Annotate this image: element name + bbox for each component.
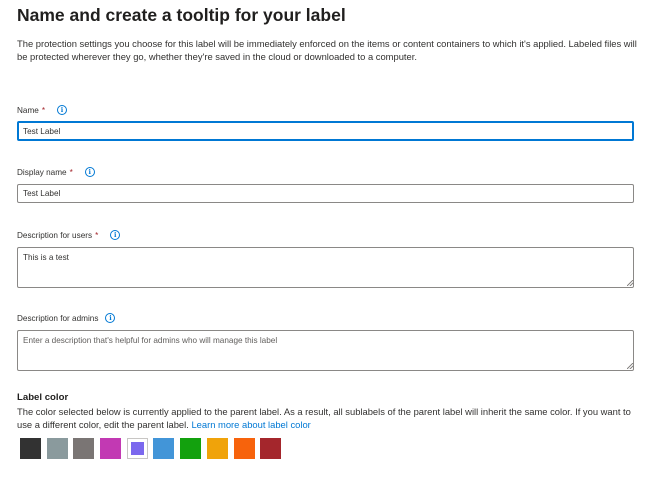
color-swatch[interactable] bbox=[180, 438, 202, 459]
learn-more-link[interactable]: Learn more about label color bbox=[191, 419, 310, 430]
color-swatch[interactable] bbox=[233, 438, 255, 459]
name-input[interactable] bbox=[17, 121, 634, 141]
page-title: Name and create a tooltip for your label bbox=[17, 5, 346, 25]
label-color-description: The color selected below is currently ap… bbox=[17, 406, 631, 430]
info-icon[interactable]: i bbox=[105, 313, 116, 323]
description-users-textarea[interactable]: This is a test bbox=[17, 247, 634, 288]
info-icon[interactable]: i bbox=[57, 105, 68, 115]
display-name-label: Display name * i bbox=[17, 167, 95, 177]
display-name-input[interactable] bbox=[17, 184, 634, 203]
intro-text: The protection settings you choose for t… bbox=[17, 38, 637, 62]
color-swatch[interactable] bbox=[206, 438, 228, 459]
description-admins-label: Description for admins i bbox=[17, 313, 116, 323]
color-swatch[interactable] bbox=[153, 438, 175, 459]
color-swatch-selected[interactable] bbox=[126, 438, 148, 459]
description-users-label: Description for users * i bbox=[17, 230, 121, 240]
color-swatch[interactable] bbox=[100, 438, 122, 459]
color-swatch[interactable] bbox=[73, 438, 95, 459]
color-swatches bbox=[20, 438, 287, 459]
required-marker: * bbox=[95, 230, 99, 240]
info-icon[interactable]: i bbox=[84, 167, 95, 177]
selected-color-fill bbox=[130, 442, 144, 455]
color-swatch[interactable] bbox=[20, 438, 41, 459]
description-admins-textarea[interactable] bbox=[17, 330, 634, 371]
name-label: Name * i bbox=[17, 105, 68, 115]
color-swatch[interactable] bbox=[46, 438, 68, 459]
info-icon[interactable]: i bbox=[110, 230, 121, 240]
color-swatch[interactable] bbox=[260, 438, 282, 459]
required-marker: * bbox=[41, 105, 46, 115]
label-color-title: Label color bbox=[17, 392, 69, 403]
required-marker: * bbox=[69, 167, 73, 177]
